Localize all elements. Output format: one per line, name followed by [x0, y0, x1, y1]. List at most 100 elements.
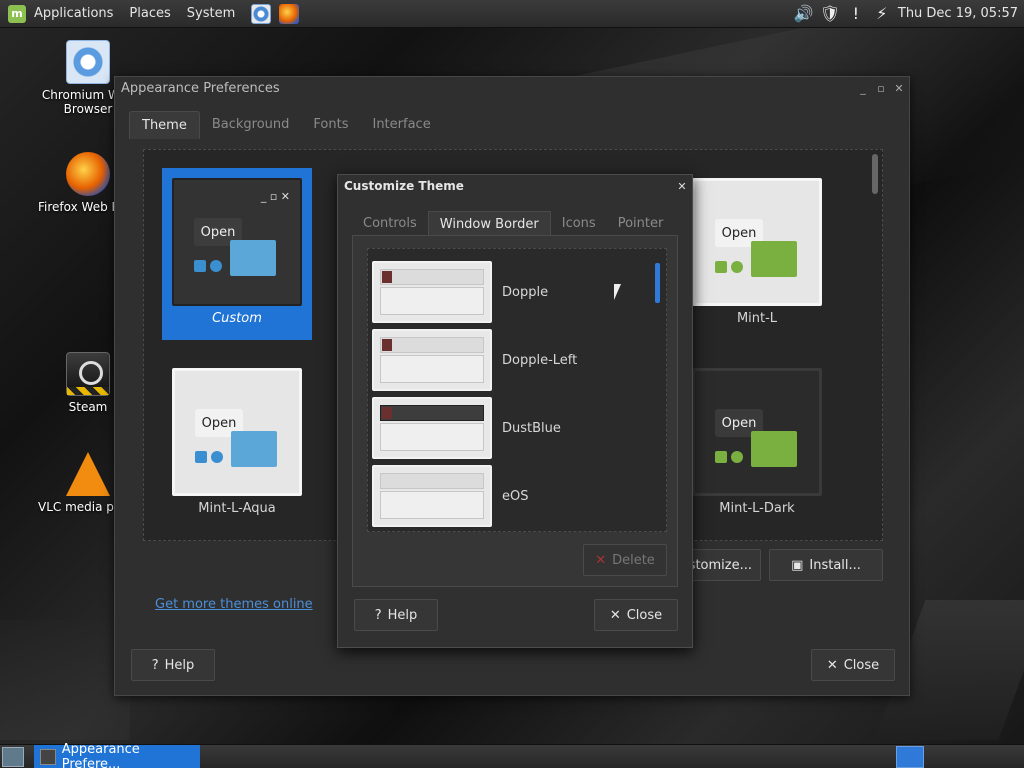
border-preview: [372, 261, 492, 323]
theme-preview: Open: [692, 368, 822, 496]
delete-button[interactable]: ✕ Delete: [583, 544, 667, 576]
tab-interface[interactable]: Interface: [360, 111, 442, 139]
clock[interactable]: Thu Dec 19, 05:57: [898, 6, 1018, 21]
window-title: Appearance Preferences: [121, 80, 280, 96]
theme-tile-mint-l-dark[interactable]: Open Mint-L-Dark: [682, 358, 832, 530]
folder-icon: [751, 241, 797, 277]
menu-system[interactable]: System: [187, 6, 235, 21]
theme-gallery-scrollbar[interactable]: [872, 154, 878, 194]
chromium-launcher-icon[interactable]: [251, 3, 272, 24]
bottom-panel: Appearance Prefere...: [0, 742, 1024, 768]
close-icon: ✕: [609, 607, 621, 623]
theme-name: Mint-L-Dark: [719, 501, 795, 516]
theme-tile-mint-l-aqua[interactable]: Open Mint-L-Aqua: [162, 358, 312, 530]
preview-checkbox-icon: [194, 260, 206, 272]
theme-name: Mint-L: [736, 311, 778, 326]
help-icon: ?: [151, 657, 159, 673]
theme-preview: Open: [692, 178, 822, 306]
system-tray: 🔊 🛡 ! ⚡ Thu Dec 19, 05:57: [794, 4, 1024, 24]
preview-radio-icon: [211, 451, 223, 463]
menu-applications[interactable]: Applications: [34, 6, 113, 21]
help-button-label: Help: [164, 657, 195, 673]
main-tabs: Theme Background Fonts Interface: [129, 111, 443, 139]
dialog-tabs: Controls Window Border Icons Pointer: [352, 211, 674, 237]
steam-icon: [66, 352, 110, 396]
taskbar-item-appearance[interactable]: Appearance Prefere...: [34, 742, 200, 768]
border-name: DustBlue: [502, 420, 561, 436]
help-icon: ?: [374, 607, 382, 623]
dialog-close-icon[interactable]: ✕: [674, 178, 690, 194]
list-item[interactable]: eOS: [372, 465, 652, 527]
close-button-label: Close: [843, 657, 880, 673]
tab-pointer[interactable]: Pointer: [607, 211, 675, 237]
chromium-icon: [66, 40, 110, 84]
tab-icons[interactable]: Icons: [551, 211, 607, 237]
customize-theme-dialog: Customize Theme ✕ Controls Window Border…: [337, 174, 693, 648]
taskbar-item-label: Appearance Prefere...: [61, 742, 140, 768]
workspace-switcher-icon[interactable]: [896, 746, 924, 768]
folder-icon: [230, 240, 276, 276]
network-icon[interactable]: ⚡: [872, 4, 892, 24]
window-border-list: Dopple Dopple-Left DustBlue eOS: [367, 248, 667, 532]
firefox-icon: [66, 152, 110, 196]
preview-checkbox-icon: [715, 261, 727, 273]
update-icon[interactable]: !: [846, 4, 866, 24]
dialog-title: Customize Theme: [344, 179, 464, 193]
tab-theme[interactable]: Theme: [129, 111, 200, 139]
window-border-panel: Dopple Dopple-Left DustBlue eOS ✕ Delete: [352, 235, 678, 587]
preview-checkbox-icon: [715, 451, 727, 463]
dialog-close-label: Close: [626, 607, 663, 623]
preview-checkbox-icon: [195, 451, 207, 463]
minimize-icon[interactable]: _: [855, 80, 871, 96]
theme-tile-mint-l[interactable]: Open Mint-L: [682, 168, 832, 340]
install-icon: ▣: [791, 557, 804, 573]
menu-places[interactable]: Places: [129, 6, 170, 21]
border-name: Dopple: [502, 284, 549, 300]
tab-controls[interactable]: Controls: [352, 211, 428, 237]
tab-fonts[interactable]: Fonts: [301, 111, 360, 139]
get-more-themes-link[interactable]: Get more themes online: [155, 597, 313, 612]
theme-name: Mint-L-Aqua: [198, 501, 276, 516]
border-name: Dopple-Left: [502, 352, 578, 368]
preview-radio-icon: [731, 261, 743, 273]
preview-radio-icon: [210, 260, 222, 272]
wallpaper-shape: [0, 620, 130, 740]
appearance-icon: [40, 749, 56, 765]
close-icon: ✕: [826, 657, 838, 673]
dialog-close-button[interactable]: ✕ Close: [594, 599, 678, 631]
list-item[interactable]: DustBlue: [372, 397, 652, 459]
folder-icon: [231, 431, 277, 467]
mint-logo-icon[interactable]: m: [8, 4, 26, 23]
theme-preview: Open: [172, 368, 302, 496]
maximize-icon[interactable]: ▫: [873, 80, 889, 96]
border-preview: [372, 329, 492, 391]
list-item[interactable]: Dopple: [372, 261, 652, 323]
install-button[interactable]: ▣ Install...: [769, 549, 883, 581]
tab-window-border[interactable]: Window Border: [427, 211, 551, 237]
preview-window-buttons: _ ▫ ✕: [260, 190, 290, 203]
close-icon[interactable]: ✕: [891, 80, 907, 96]
close-button[interactable]: ✕ Close: [811, 649, 895, 681]
mouse-pointer-icon: [614, 284, 621, 300]
show-desktop-icon[interactable]: [2, 747, 24, 767]
dialog-titlebar[interactable]: Customize Theme ✕: [338, 175, 692, 197]
firefox-launcher-icon[interactable]: [279, 3, 300, 24]
shield-icon[interactable]: 🛡: [820, 4, 840, 24]
delete-icon: ✕: [595, 552, 607, 568]
vlc-icon: [66, 452, 110, 496]
folder-icon: [751, 431, 797, 467]
dialog-help-label: Help: [387, 607, 418, 623]
help-button[interactable]: ? Help: [131, 649, 215, 681]
list-item[interactable]: Dopple-Left: [372, 329, 652, 391]
tab-background[interactable]: Background: [200, 111, 302, 139]
window-titlebar[interactable]: Appearance Preferences _ ▫ ✕: [115, 77, 909, 99]
theme-name: Custom: [212, 311, 262, 326]
window-border-scrollbar[interactable]: [655, 263, 660, 303]
preview-radio-icon: [731, 451, 743, 463]
dialog-help-button[interactable]: ? Help: [354, 599, 438, 631]
theme-tile-custom[interactable]: _ ▫ ✕ Open Custom: [162, 168, 312, 340]
delete-button-label: Delete: [612, 552, 655, 568]
volume-icon[interactable]: 🔊: [794, 4, 814, 24]
border-preview: [372, 465, 492, 527]
border-preview: [372, 397, 492, 459]
